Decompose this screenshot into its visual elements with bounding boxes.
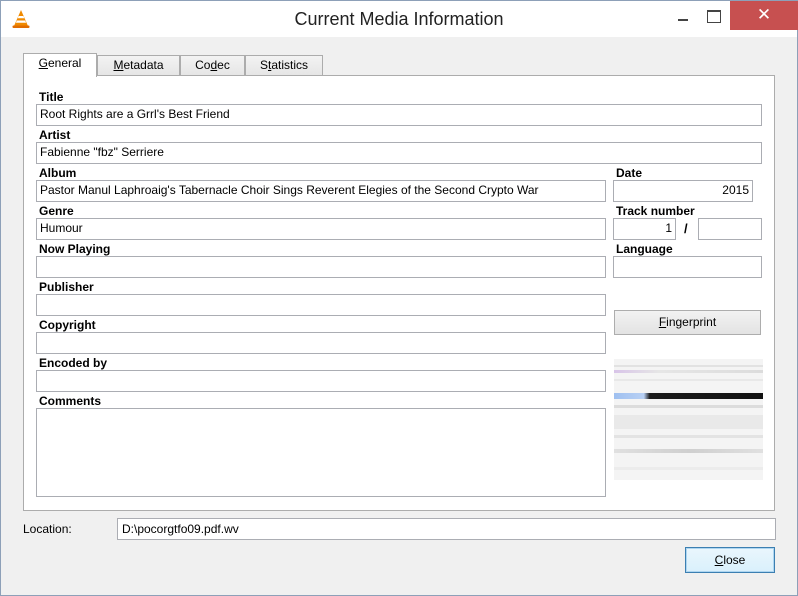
now-playing-label: Now Playing [39,242,111,256]
language-field[interactable] [613,256,762,278]
encoded-by-field[interactable] [36,370,606,392]
genre-label: Genre [39,204,74,218]
title-label: Title [39,90,64,104]
track-number-label: Track number [616,204,695,218]
copyright-label: Copyright [39,318,96,332]
track-number-field[interactable]: 1 [613,218,676,240]
window-close-button[interactable]: ✕ [730,1,798,30]
encoded-by-label: Encoded by [39,356,108,370]
track-separator: / [684,221,688,236]
tab-statistics[interactable]: Statistics [245,55,323,76]
album-field[interactable]: Pastor Manul Laphroaig's Tabernacle Choi… [36,180,606,202]
copyright-field[interactable] [36,332,606,354]
fingerprint-button[interactable]: Fingerprint [614,310,761,335]
genre-field[interactable]: Humour [36,218,606,240]
minimize-button[interactable] [668,1,698,30]
comments-textarea[interactable] [36,408,606,497]
close-button[interactable]: Close [685,547,775,573]
date-field[interactable]: 2015 [613,180,753,202]
album-label: Album [39,166,77,180]
maximize-button[interactable] [698,1,728,30]
close-icon: ✕ [756,5,772,24]
publisher-field[interactable] [36,294,606,316]
tab-codec[interactable]: Codec [180,55,245,76]
date-label: Date [616,166,643,180]
album-art-image [614,359,763,480]
publisher-label: Publisher [39,280,94,294]
comments-label: Comments [39,394,102,408]
location-label: Location: [23,522,72,536]
general-tab-panel: Title Root Rights are a Grrl's Best Frie… [23,75,775,511]
artist-field[interactable]: Fabienne "fbz" Serriere [36,142,762,164]
artist-label: Artist [39,128,71,142]
dialog-client-area: General Metadata Codec Statistics Title … [9,37,791,589]
now-playing-field[interactable] [36,256,606,278]
track-total-field[interactable] [698,218,762,240]
location-field[interactable]: D:\pocorgtfo09.pdf.wv [117,518,776,540]
title-field[interactable]: Root Rights are a Grrl's Best Friend [36,104,762,126]
media-info-window: Current Media Information ✕ General Meta… [0,0,798,596]
title-bar[interactable]: Current Media Information ✕ [1,1,798,37]
language-label: Language [616,242,673,256]
tab-metadata[interactable]: Metadata [97,55,180,76]
tab-general[interactable]: General [23,53,97,77]
